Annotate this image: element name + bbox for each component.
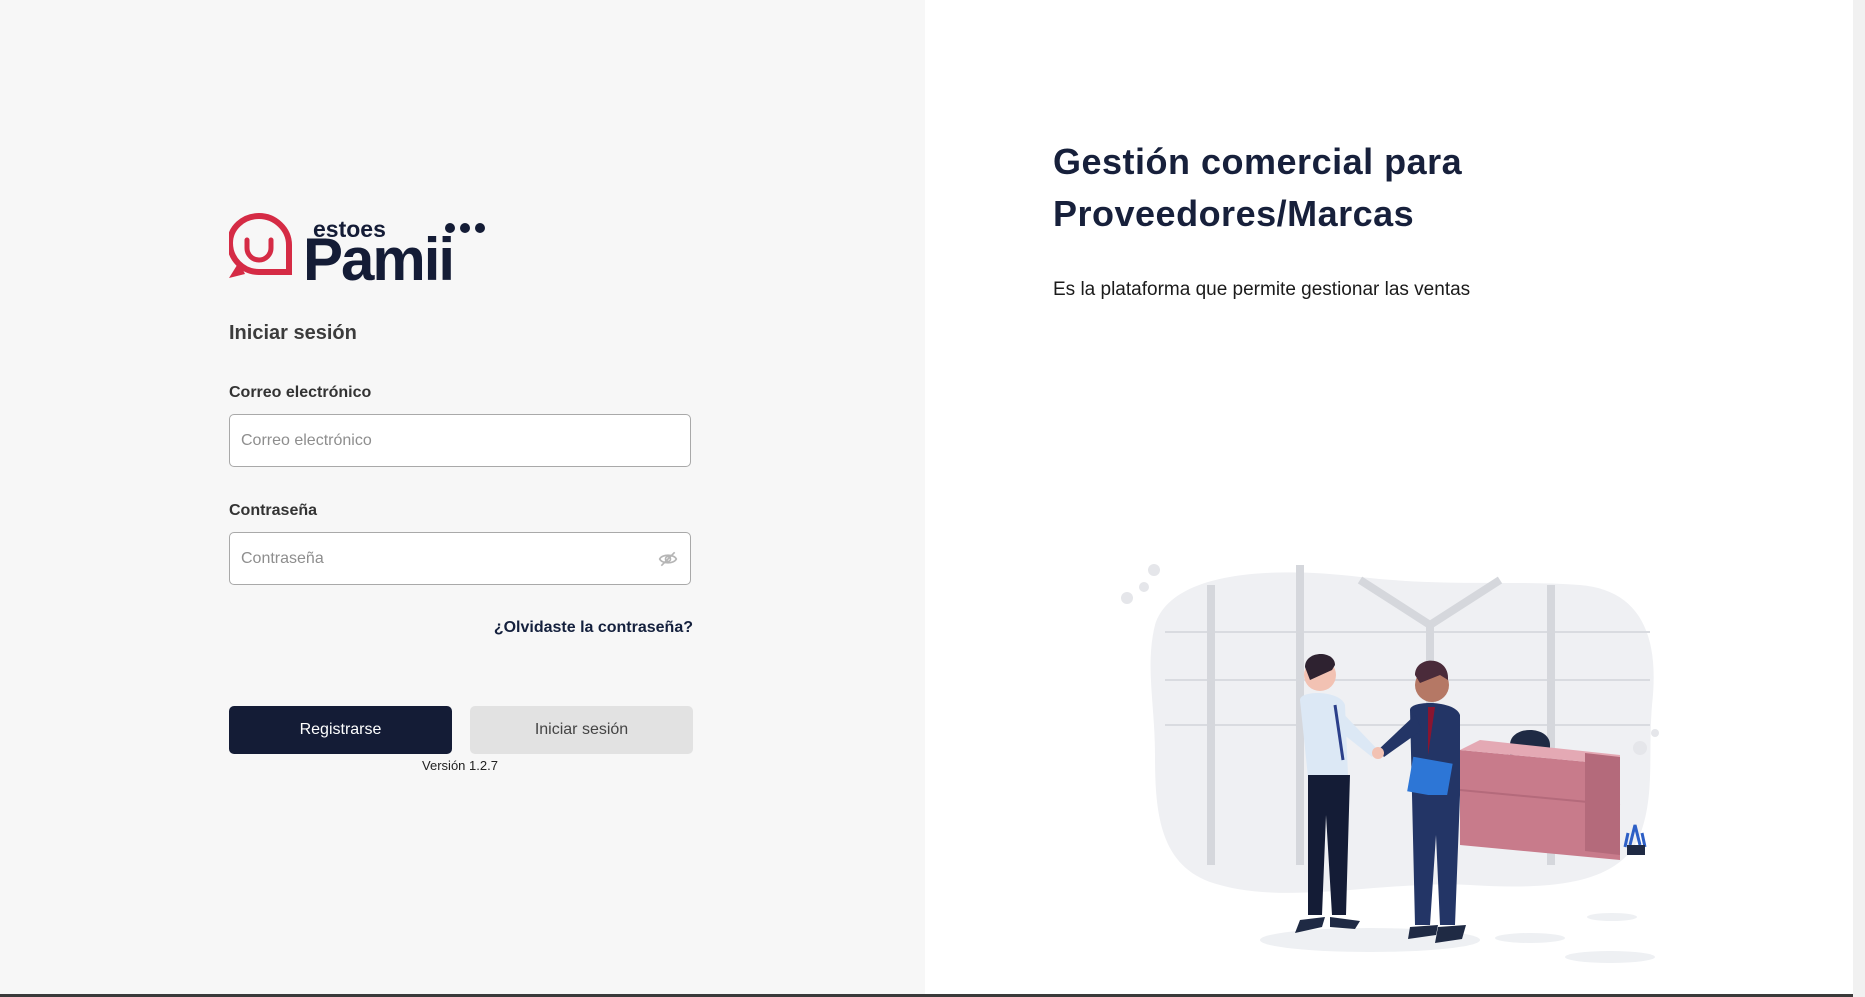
svg-text:Pamii: Pamii	[303, 226, 453, 284]
business-handshake-illustration	[1121, 564, 1659, 963]
email-field[interactable]	[230, 415, 641, 466]
hero-title-line2: Proveedores/Marcas	[1053, 193, 1415, 234]
password-label: Contraseña	[229, 502, 318, 519]
login-panel: estoes Pamii Iniciar sesión Correo elect…	[0, 0, 925, 994]
register-button[interactable]: Registrarse	[229, 706, 452, 754]
email-label: Correo electrónico	[229, 384, 372, 401]
scrollbar[interactable]	[1853, 0, 1865, 997]
forgot-password-link[interactable]: ¿Olvidaste la contraseña?	[460, 619, 693, 637]
login-button[interactable]: Iniciar sesión	[470, 706, 693, 754]
hero-title: Gestión comercial para Proveedores/Marca…	[1053, 136, 1613, 240]
password-field[interactable]	[230, 533, 641, 584]
password-field-wrapper	[229, 532, 691, 585]
login-heading: Iniciar sesión	[229, 322, 357, 344]
hero-subtitle: Es la plataforma que permite gestionar l…	[1053, 279, 1471, 300]
eye-off-icon[interactable]	[658, 549, 678, 569]
pamii-logo: estoes Pamii	[229, 212, 485, 284]
hero-title-line1: Gestión comercial para	[1053, 141, 1463, 182]
version-label: Versión 1.2.7	[422, 758, 498, 773]
email-field-wrapper	[229, 414, 691, 467]
